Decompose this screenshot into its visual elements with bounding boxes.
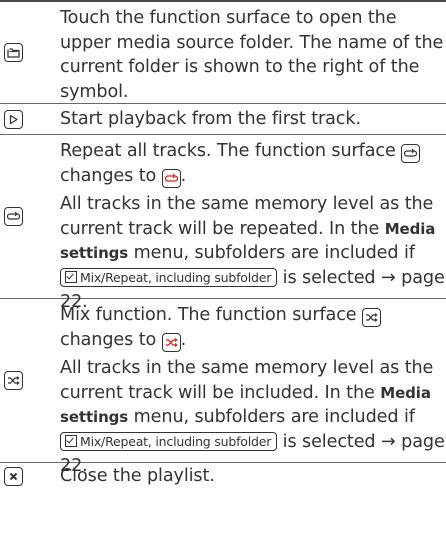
table-row: Repeat all tracks. The function surface …	[0, 135, 446, 312]
repeat-paragraph-2: All tracks in the same memory level as t…	[60, 192, 446, 315]
description-cell: Touch the function surface to open the u…	[44, 2, 446, 103]
description-cell: Mix function. The function surface chang…	[44, 299, 446, 476]
repeat-icon	[401, 144, 421, 163]
repeat-text: menu, subfolders are included if	[133, 243, 415, 263]
table-row: Start playback from the first track.	[0, 104, 446, 135]
repeat-icon	[4, 207, 23, 226]
play-icon	[4, 109, 23, 129]
shuffle-paragraph-2: All tracks in the same memory level as t…	[60, 356, 446, 479]
table-row: Mix function. The function surface chang…	[0, 299, 446, 476]
shuffle-text: changes to	[60, 329, 157, 350]
repeat-text: is selected	[282, 267, 376, 288]
repeat-paragraph-1: Repeat all tracks. The function surface …	[60, 139, 446, 188]
shuffle-text: menu, subfolders are included if	[133, 407, 415, 427]
description-cell: Repeat all tracks. The function surface …	[44, 135, 446, 312]
option-label: Mix/Repeat, including subfolder	[80, 269, 272, 285]
row-description: Close the playlist.	[60, 466, 215, 486]
repeat-text: All tracks in the same memory level as t…	[60, 194, 434, 239]
repeat-text: .	[180, 165, 187, 186]
repeat-text: Repeat all tracks. The function surface	[60, 141, 396, 161]
icon-cell	[0, 104, 44, 134]
checkbox-icon	[65, 434, 77, 447]
shuffle-icon	[362, 308, 382, 327]
icon-cell	[0, 2, 44, 103]
icon-cell	[0, 135, 44, 298]
option-chip: Mix/Repeat, including subfolder	[60, 431, 278, 451]
option-chip: Mix/Repeat, including subfolder	[60, 267, 278, 287]
shuffle-active-icon	[161, 332, 181, 352]
repeat-text: changes to	[60, 165, 157, 186]
folder-up-icon	[4, 43, 23, 62]
table-row: Close the playlist.	[0, 463, 446, 489]
shuffle-text: is selected	[282, 431, 376, 452]
repeat-active-icon	[161, 168, 181, 188]
icon-cell	[0, 299, 44, 462]
row-description: Touch the function surface to open the u…	[60, 8, 444, 102]
checkbox-icon	[65, 270, 77, 283]
shuffle-paragraph-1: Mix function. The function surface chang…	[60, 303, 446, 352]
description-cell: Start playback from the first track.	[44, 104, 446, 134]
function-table: Touch the function surface to open the u…	[0, 0, 446, 489]
shuffle-text: .	[180, 329, 187, 350]
description-cell: Close the playlist.	[44, 463, 446, 489]
close-icon	[4, 466, 23, 486]
shuffle-text: All tracks in the same memory level as t…	[60, 358, 434, 403]
shuffle-text: Mix function. The function surface	[60, 305, 357, 325]
shuffle-icon	[4, 371, 23, 390]
icon-cell	[0, 463, 44, 489]
table-row: Touch the function surface to open the u…	[0, 2, 446, 104]
option-label: Mix/Repeat, including subfolder	[80, 433, 272, 449]
row-description: Start playback from the first track.	[60, 109, 361, 129]
